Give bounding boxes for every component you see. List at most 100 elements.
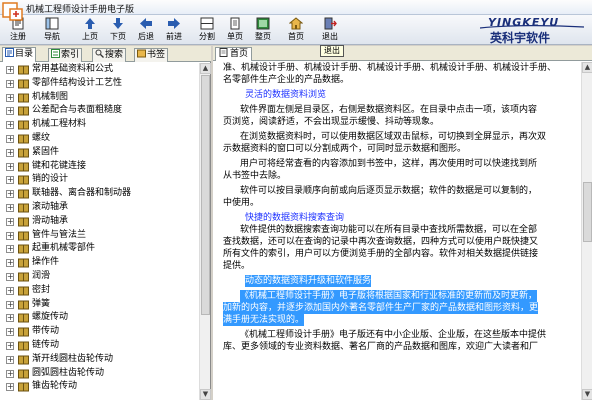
expand-plus-icon[interactable]: + — [6, 272, 14, 281]
expand-plus-icon[interactable]: + — [6, 176, 14, 185]
tree-item[interactable]: + 螺纹 — [0, 132, 199, 146]
tree-item[interactable]: + 密封 — [0, 284, 199, 298]
expand-plus-icon[interactable]: + — [6, 286, 14, 295]
doc-line: 提供。 — [223, 261, 251, 271]
navigation-button[interactable]: 导航 — [38, 17, 66, 44]
tree-item[interactable]: + 操作件 — [0, 256, 199, 270]
split-button[interactable]: 分割 — [193, 17, 221, 44]
tree-item-label: 常用基础资料和公式 — [32, 64, 114, 74]
split-label: 分割 — [199, 32, 215, 41]
tree-item[interactable]: + 滚动轴承 — [0, 201, 199, 215]
tab-catalog[interactable]: 目录 — [2, 47, 37, 62]
tree-item[interactable]: + 圆弧圆柱齿轮传动 — [0, 367, 199, 381]
selected-text[interactable]: 动态的数据资料升级和软件服务 — [245, 275, 372, 287]
book-icon — [18, 286, 29, 296]
tree-item[interactable]: + 紧固件 — [0, 146, 199, 160]
tree-item-label: 润滑 — [32, 270, 51, 281]
app-logo-icon[interactable] — [2, 0, 24, 22]
tree-item[interactable]: + 管件与管法兰 — [0, 229, 199, 243]
tree-item[interactable]: + 起重机械零部件 — [0, 242, 199, 256]
selected-text[interactable]: 加新的内容，并逐步添加国内外著名零部件生产厂家的产品数据和图形资料，更 — [223, 302, 539, 314]
scroll-up-arrow-icon[interactable]: ▲ — [200, 63, 211, 74]
tree-item[interactable]: + 锥齿轮传动 — [0, 380, 199, 394]
expand-plus-icon[interactable]: + — [6, 341, 14, 350]
tree-item[interactable]: + 渐开线圆柱齿轮传动 — [0, 353, 199, 367]
selected-text[interactable]: 《机械工程师设计手册》电子版将根据国家和行业标准的更新而及时更新， — [240, 290, 538, 302]
home-button[interactable]: 首页 — [282, 17, 310, 44]
scroll-down-arrow-icon[interactable]: ▼ — [582, 389, 592, 400]
scroll-down-arrow-icon[interactable]: ▼ — [200, 389, 211, 400]
expand-plus-icon[interactable]: + — [6, 190, 14, 199]
expand-plus-icon[interactable]: + — [6, 300, 14, 309]
tab-search[interactable]: 搜索 — [92, 48, 127, 62]
single-page-button[interactable]: 单页 — [221, 17, 249, 44]
book-icon — [18, 327, 29, 337]
tree-item[interactable]: + 机械工程材料 — [0, 118, 199, 132]
page-icon — [219, 48, 228, 57]
scroll-up-arrow-icon[interactable]: ▲ — [582, 62, 592, 73]
content-scrollbar[interactable]: ▲ ▼ — [581, 62, 592, 400]
tree-item[interactable]: + 销的设计 — [0, 173, 199, 187]
expand-plus-icon[interactable]: + — [6, 134, 14, 143]
expand-plus-icon[interactable]: + — [6, 369, 14, 378]
tree-item[interactable]: + 弹簧 — [0, 298, 199, 312]
book-icon — [18, 79, 29, 89]
doc-selected-line[interactable]: 满手册无法实现的。 — [223, 314, 579, 326]
book-icon — [18, 313, 29, 323]
expand-plus-icon[interactable]: + — [6, 383, 14, 392]
forward-button[interactable]: 前进 — [160, 17, 188, 44]
scroll-thumb[interactable] — [583, 182, 592, 242]
tree-item[interactable]: + 联轴器、离合器和制动器 — [0, 187, 199, 201]
expand-plus-icon[interactable]: + — [6, 217, 14, 226]
expand-plus-icon[interactable]: + — [6, 93, 14, 102]
left-scrollbar[interactable]: ▲ ▼ — [199, 63, 211, 400]
tab-home-page[interactable]: 首页 — [215, 47, 253, 61]
book-icon — [18, 120, 29, 130]
catalog-tree: + 常用基础资料和公式 + 零部件结构设计工艺性 + 机械制图 + 公差配合与表面粗糙度 + 机械… — [0, 63, 199, 400]
expand-plus-icon[interactable]: + — [6, 245, 14, 254]
expand-plus-icon[interactable]: + — [6, 107, 14, 116]
expand-plus-icon[interactable]: + — [6, 314, 14, 323]
tree-item-label: 机械工程材料 — [32, 119, 87, 130]
tree-item[interactable]: + 带传动 — [0, 325, 199, 339]
page-down-button[interactable]: 下页 — [104, 17, 132, 44]
tree-item[interactable]: + 链传动 — [0, 339, 199, 353]
tree-item-label: 紧固件 — [32, 146, 60, 157]
tab-index[interactable]: 索引 — [48, 48, 83, 62]
page-up-button[interactable]: 上页 — [76, 17, 104, 44]
expand-plus-icon[interactable]: + — [6, 148, 14, 157]
expand-plus-icon[interactable]: + — [6, 66, 14, 74]
tree-item-label: 滚动轴承 — [32, 201, 69, 212]
expand-plus-icon[interactable]: + — [6, 328, 14, 337]
expand-plus-icon[interactable]: + — [6, 162, 14, 171]
expand-plus-icon[interactable]: + — [6, 79, 14, 88]
doc-line: 页浏览，阅读舒适，不会出现显示缓慢、抖动等现象。 — [223, 117, 440, 127]
exit-button[interactable]: 退出 — [316, 17, 344, 44]
back-button[interactable]: 后退 — [132, 17, 160, 44]
tab-bookmark[interactable]: 书签 — [134, 48, 169, 62]
expand-plus-icon[interactable]: + — [6, 355, 14, 364]
book-icon — [18, 203, 29, 213]
tree-item[interactable]: + 公差配合与表面粗糙度 — [0, 104, 199, 118]
scroll-thumb[interactable] — [201, 75, 210, 315]
tree-item[interactable]: + 螺旋传动 — [0, 311, 199, 325]
doc-selected-heading[interactable]: 动态的数据资料升级和软件服务 — [223, 275, 579, 287]
tree-item[interactable]: + 零部件结构设计工艺性 — [0, 77, 199, 91]
doc-selected-line[interactable]: 《机械工程师设计手册》电子版将根据国家和行业标准的更新而及时更新， — [223, 290, 579, 302]
expand-plus-icon[interactable]: + — [6, 259, 14, 268]
doc-line: 准、机械设计手册、机械设计手册、机械设计手册、机械设计手册、机械设计手册、 — [223, 63, 557, 73]
selected-text[interactable]: 满手册无法实现的。 — [223, 314, 305, 326]
tree-item[interactable]: + 常用基础资料和公式 — [0, 63, 199, 77]
expand-plus-icon[interactable]: + — [6, 203, 14, 212]
tree-item[interactable]: + 润滑 — [0, 270, 199, 284]
expand-plus-icon[interactable]: + — [6, 121, 14, 130]
doc-selected-line[interactable]: 加新的内容，并逐步添加国内外著名零部件生产厂家的产品数据和图形资料，更 — [223, 302, 579, 314]
tree-item[interactable]: + 机械制图 — [0, 91, 199, 105]
full-page-button[interactable]: 整页 — [249, 17, 277, 44]
tree-item[interactable]: + 键和花键连接 — [0, 160, 199, 174]
tree-item[interactable]: + 滑动轴承 — [0, 215, 199, 229]
expand-plus-icon[interactable]: + — [6, 231, 14, 240]
book-icon — [18, 341, 29, 351]
book-icon — [18, 217, 29, 227]
book-icon — [18, 106, 29, 116]
